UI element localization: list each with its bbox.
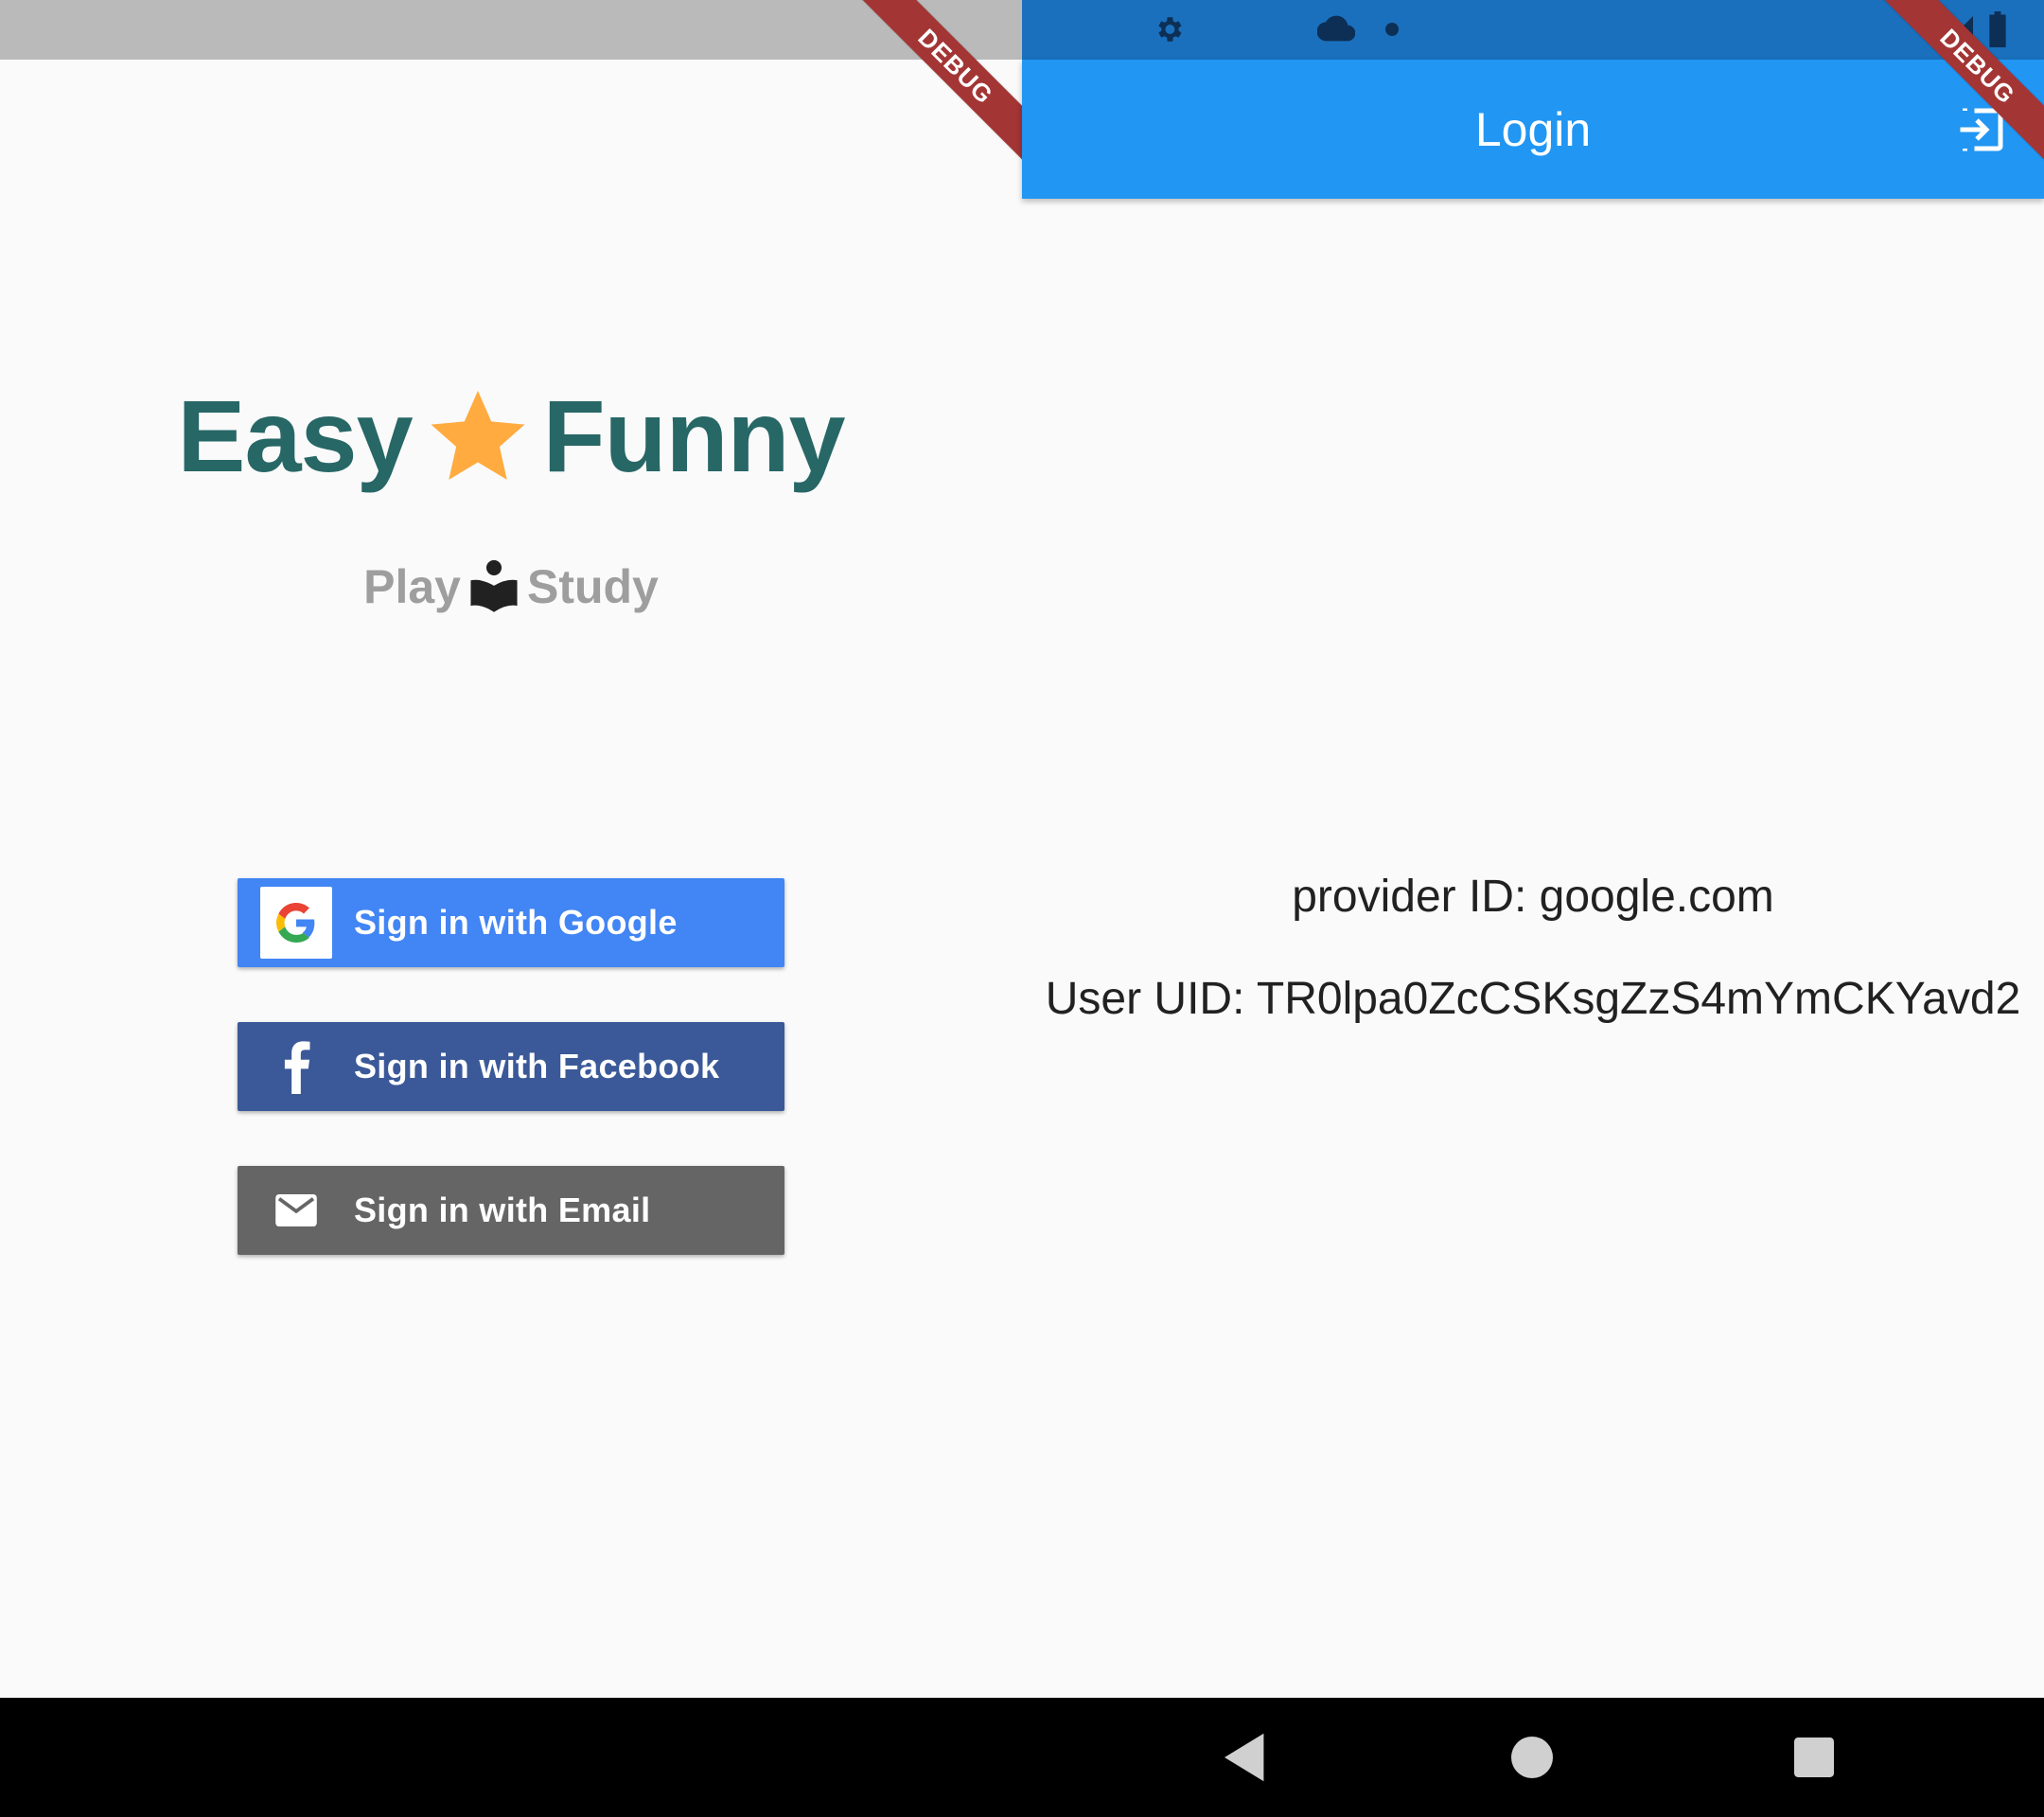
star-icon <box>431 390 525 480</box>
user-uid-text: User UID: TR0lpa0ZcCSKsgZzS4mYmCKYavd2 <box>1045 974 2021 1024</box>
facebook-icon-wrap <box>238 1022 354 1111</box>
back-icon <box>1225 1733 1264 1782</box>
battery-icon <box>1989 11 2006 47</box>
google-icon <box>259 887 332 959</box>
gear-icon <box>1158 17 1182 42</box>
mail-icon <box>274 1193 317 1227</box>
facebook-icon <box>284 1041 309 1094</box>
login-action-button[interactable] <box>1953 101 2010 158</box>
sign-in-email-button[interactable]: Sign in with Email <box>238 1166 784 1255</box>
brand-word-funny: Funny <box>542 379 846 493</box>
email-icon-wrap <box>238 1166 354 1255</box>
nav-back-button[interactable] <box>1213 1724 1279 1791</box>
sign-in-google-label: Sign in with Google <box>354 903 678 942</box>
tagline-word-study: Study <box>526 560 659 613</box>
cloud-icon <box>1317 15 1355 42</box>
tagline-word-play: Play <box>363 560 461 613</box>
page-title: Login <box>1474 102 1592 156</box>
brand-logo: Easy Funny <box>0 365 1022 507</box>
app-bar: Login <box>1022 60 2044 199</box>
right-status-bar <box>1022 0 2044 60</box>
recents-icon <box>1794 1738 1834 1777</box>
left-status-bar <box>0 0 1022 60</box>
sign-in-email-label: Sign in with Email <box>354 1191 651 1229</box>
login-icon <box>1960 108 2003 151</box>
nav-recents-button[interactable] <box>1781 1724 1847 1791</box>
nav-home-button[interactable] <box>1499 1724 1565 1791</box>
home-icon <box>1511 1737 1553 1778</box>
right-app-screen: provider ID: google.com User UID: TR0lpa… <box>1022 199 2044 1698</box>
sign-in-facebook-button[interactable]: Sign in with Facebook <box>238 1022 784 1111</box>
sign-in-google-button[interactable]: Sign in with Google <box>238 878 784 967</box>
brand-word-easy: Easy <box>177 379 413 493</box>
provider-id-text: provider ID: google.com <box>1292 872 1774 922</box>
dot-icon <box>1385 23 1399 36</box>
reader-icon <box>470 559 518 612</box>
tagline: Play Study <box>0 539 1022 634</box>
system-nav-bar <box>0 1698 2044 1817</box>
signal-icon <box>1945 16 1973 44</box>
google-icon-wrap <box>238 878 354 967</box>
sign-in-facebook-label: Sign in with Facebook <box>354 1047 720 1085</box>
